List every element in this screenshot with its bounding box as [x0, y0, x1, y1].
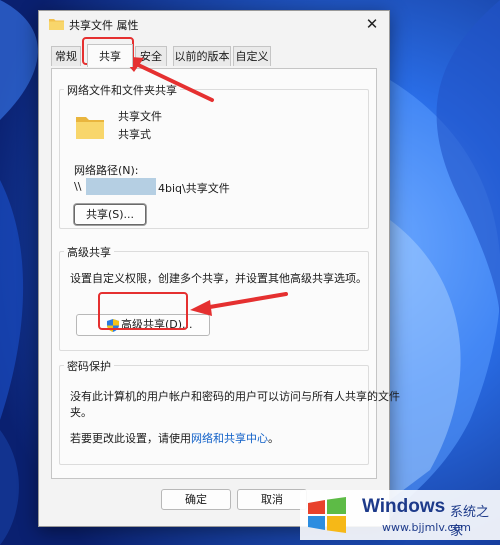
tab-strip: 常规 共享 安全 以前的版本 自定义	[51, 44, 381, 68]
close-button[interactable]: ✕	[361, 14, 383, 34]
folder-icon	[76, 117, 104, 139]
redacted-path-mask	[86, 178, 156, 195]
ok-button[interactable]: 确定	[161, 489, 231, 510]
watermark: Windows 系统之家 www.bjjmlv.com	[300, 490, 500, 540]
tab-security[interactable]: 安全	[135, 46, 167, 66]
share-button[interactable]: 共享(S)...	[74, 204, 146, 225]
folder-name: 共享文件	[118, 110, 162, 123]
tab-general[interactable]: 常规	[51, 46, 81, 66]
windows-logo-icon	[308, 497, 346, 533]
folder-icon	[49, 19, 64, 30]
watermark-title: Windows	[362, 496, 446, 517]
advanced-sharing-highlight	[98, 292, 188, 330]
cancel-button[interactable]: 取消	[237, 489, 307, 510]
window-title: 共享文件 属性	[69, 19, 139, 32]
share-state: 共享式	[118, 128, 151, 141]
title-bar[interactable]: 共享文件 属性 ✕	[39, 11, 389, 38]
password-change-prefix: 若要更改此设置，请使用	[70, 432, 191, 445]
password-protection-legend: 密码保护	[64, 358, 114, 374]
network-path-prefix: \\	[74, 180, 82, 193]
properties-dialog: 共享文件 属性 ✕ 常规 共享 安全 以前的版本 自定义 网络文件和文件夹共享 …	[38, 10, 400, 527]
advanced-sharing-legend: 高级共享	[64, 244, 114, 260]
password-change-suffix: 。	[268, 432, 279, 445]
advanced-sharing-description: 设置自定义权限，创建多个共享，并设置其他高级共享选项。	[70, 272, 367, 285]
password-info-line-2: 夹。	[70, 406, 92, 419]
network-sharing-legend: 网络文件和文件夹共享	[64, 82, 180, 98]
network-sharing-group: 网络文件和文件夹共享 共享文件 共享式 网络路径(N): \\ 4biq\共享文…	[59, 82, 369, 229]
network-path-suffix: 4biq\共享文件	[158, 182, 230, 195]
tab-panel-sharing: 网络文件和文件夹共享 共享文件 共享式 网络路径(N): \\ 4biq\共享文…	[51, 68, 400, 479]
tab-sharing[interactable]: 共享	[87, 44, 133, 67]
password-protection-group: 密码保护 没有此计算机的用户帐户和密码的用户可以访问与所有人共享的文件 夹。 若…	[59, 358, 400, 465]
watermark-url: www.bjjmlv.com	[382, 521, 471, 534]
password-info-line-1: 没有此计算机的用户帐户和密码的用户可以访问与所有人共享的文件	[70, 390, 400, 403]
network-sharing-center-link[interactable]: 网络和共享中心	[191, 432, 268, 445]
tab-customize[interactable]: 自定义	[233, 46, 271, 66]
network-path-label: 网络路径(N):	[74, 164, 139, 177]
password-change-text: 若要更改此设置，请使用网络和共享中心。	[70, 430, 279, 446]
tab-previous-versions[interactable]: 以前的版本	[173, 46, 231, 66]
